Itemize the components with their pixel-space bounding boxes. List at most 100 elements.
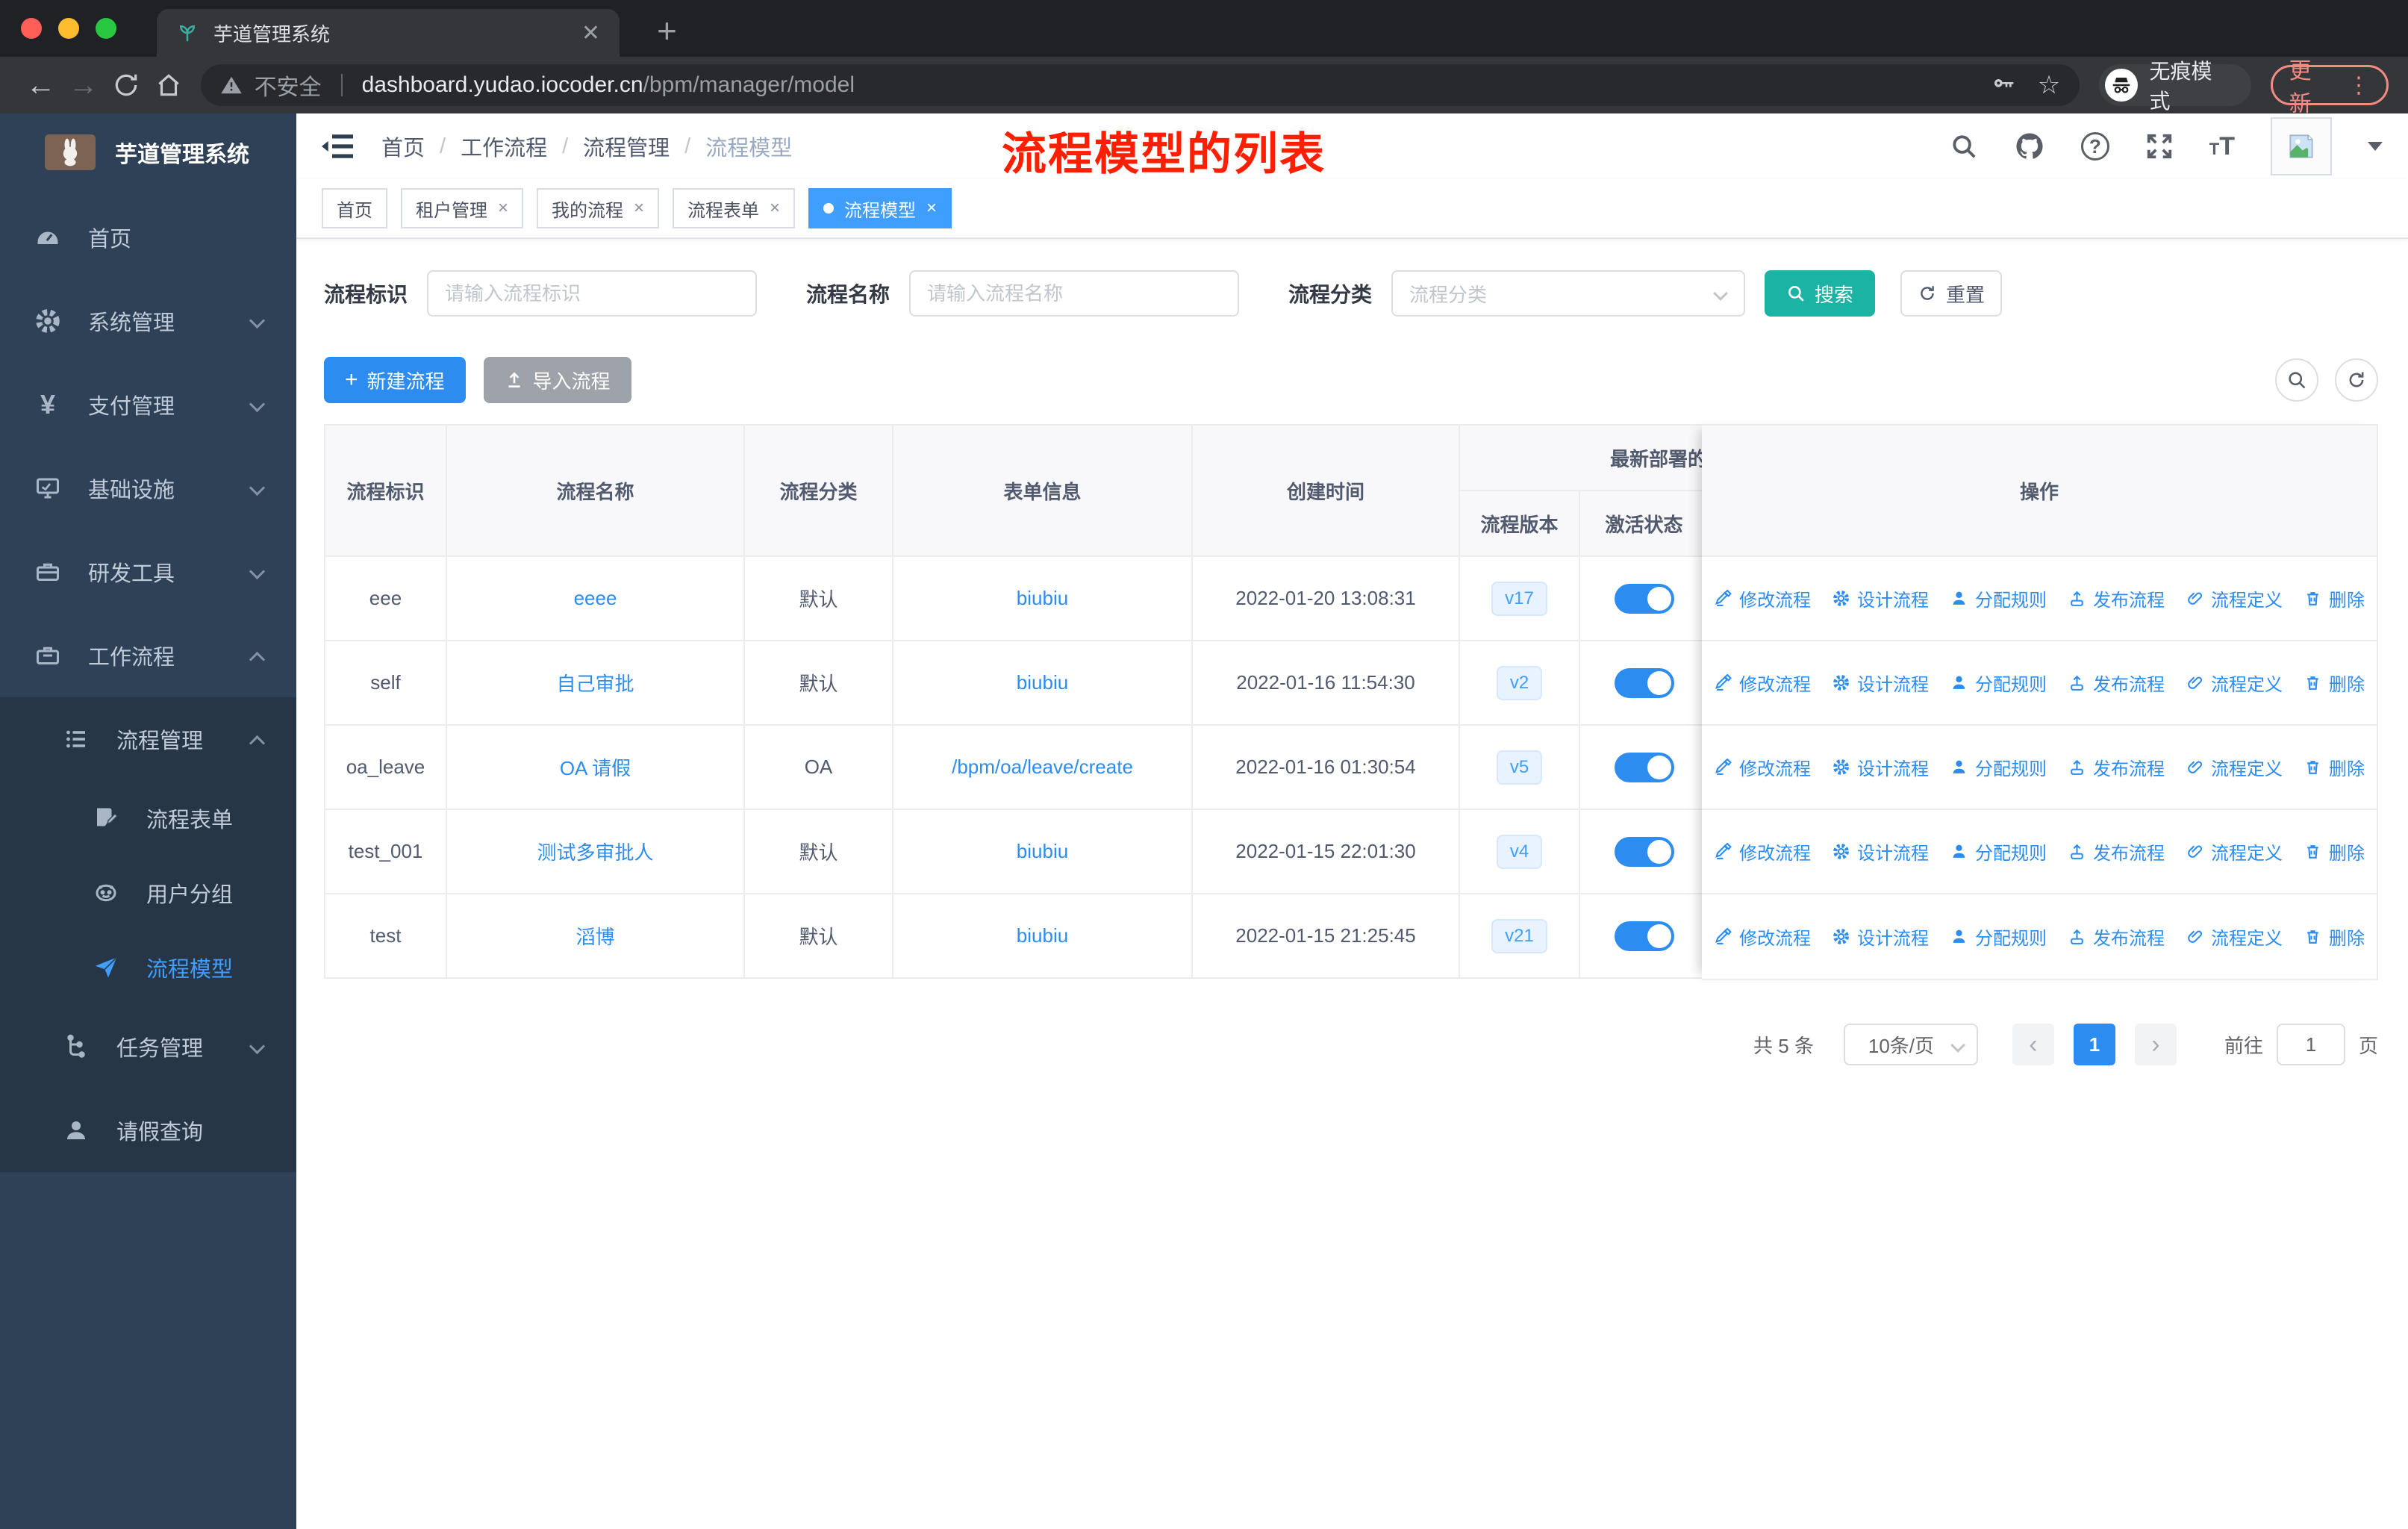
sidebar-item-流程管理[interactable]: 流程管理 — [0, 697, 296, 781]
reset-button[interactable]: 重置 — [1900, 270, 2003, 317]
action-设计流程[interactable]: 设计流程 — [1832, 670, 1929, 696]
action-设计流程[interactable]: 设计流程 — [1832, 585, 1929, 611]
form-info-link[interactable]: biubiu — [1017, 840, 1068, 862]
browser-tab[interactable]: 芋道管理系统 ✕ — [157, 9, 620, 57]
close-icon[interactable]: × — [498, 198, 508, 219]
sidebar-item-用户分组[interactable]: 用户分组 — [0, 856, 296, 930]
action-发布流程[interactable]: 发布流程 — [2068, 585, 2165, 611]
close-icon[interactable]: × — [770, 198, 780, 219]
process-id-input[interactable] — [427, 270, 758, 317]
reload-icon[interactable] — [105, 71, 147, 99]
breadcrumb-item-首页[interactable]: 首页 — [381, 131, 425, 162]
minimize-window-button[interactable] — [58, 18, 79, 39]
sidebar-item-请假查询[interactable]: 请假查询 — [0, 1089, 296, 1172]
action-修改流程[interactable]: 修改流程 — [1714, 754, 1811, 780]
browser-menu-icon[interactable]: ⋮ — [2348, 72, 2370, 99]
sidebar-item-流程表单[interactable]: 流程表单 — [0, 781, 296, 856]
home-icon[interactable] — [147, 71, 190, 99]
action-发布流程[interactable]: 发布流程 — [2068, 838, 2165, 865]
search-icon[interactable] — [1950, 132, 1978, 161]
sidebar-item-支付管理[interactable]: ¥ 支付管理 — [0, 363, 296, 446]
action-分配规则[interactable]: 分配规则 — [1950, 838, 2047, 865]
tag-首页[interactable]: 首页 — [322, 188, 387, 228]
action-修改流程[interactable]: 修改流程 — [1714, 924, 1811, 950]
action-流程定义[interactable]: 流程定义 — [2186, 838, 2283, 865]
tag-流程模型[interactable]: 流程模型 × — [808, 188, 952, 228]
password-key-icon[interactable] — [1991, 73, 2015, 97]
create-process-button[interactable]: + 新建流程 — [324, 357, 466, 403]
github-icon[interactable] — [2014, 131, 2045, 162]
sidebar-item-任务管理[interactable]: 任务管理 — [0, 1005, 296, 1089]
close-window-button[interactable] — [21, 18, 42, 39]
user-avatar[interactable] — [2271, 117, 2332, 175]
back-icon[interactable]: ← — [19, 69, 62, 102]
help-icon[interactable]: ? — [2080, 132, 2109, 161]
action-流程定义[interactable]: 流程定义 — [2186, 754, 2283, 780]
action-分配规则[interactable]: 分配规则 — [1950, 585, 2047, 611]
breadcrumb-item-流程管理[interactable]: 流程管理 — [583, 131, 670, 162]
forward-icon[interactable]: → — [62, 69, 105, 102]
action-流程定义[interactable]: 流程定义 — [2186, 924, 2283, 950]
process-name-link[interactable]: 自己审批 — [556, 673, 634, 695]
refresh-table-button[interactable] — [2335, 358, 2378, 402]
prev-page-button[interactable]: ‹ — [2012, 1024, 2054, 1065]
font-size-icon[interactable]: TT — [2209, 132, 2235, 161]
action-删除[interactable]: 删除 — [2303, 924, 2365, 950]
action-设计流程[interactable]: 设计流程 — [1832, 838, 1929, 865]
form-info-link[interactable]: biubiu — [1017, 924, 1068, 947]
action-流程定义[interactable]: 流程定义 — [2186, 670, 2283, 696]
active-toggle[interactable] — [1614, 667, 1674, 698]
page-size-select[interactable]: 10条/页 — [1843, 1024, 1978, 1065]
sidebar-item-研发工具[interactable]: 研发工具 — [0, 530, 296, 614]
sidebar-item-基础设施[interactable]: 基础设施 — [0, 446, 296, 530]
next-page-button[interactable]: › — [2134, 1024, 2177, 1065]
sidebar-item-工作流程[interactable]: 工作流程 — [0, 614, 296, 697]
action-删除[interactable]: 删除 — [2303, 585, 2365, 611]
process-name-input[interactable] — [909, 270, 1240, 317]
process-name-link[interactable]: eeee — [574, 587, 617, 609]
tag-租户管理[interactable]: 租户管理 × — [401, 188, 524, 228]
process-category-select[interactable]: 流程分类 — [1391, 270, 1746, 317]
search-button[interactable]: 搜索 — [1765, 270, 1876, 317]
active-toggle[interactable] — [1614, 583, 1674, 614]
breadcrumb-item-工作流程[interactable]: 工作流程 — [461, 131, 547, 162]
process-name-link[interactable]: OA 请假 — [560, 757, 631, 779]
action-分配规则[interactable]: 分配规则 — [1950, 924, 2047, 950]
active-toggle[interactable] — [1614, 752, 1674, 782]
action-发布流程[interactable]: 发布流程 — [2068, 754, 2165, 780]
process-name-link[interactable]: 滔博 — [576, 926, 614, 948]
window-controls[interactable] — [21, 18, 116, 39]
action-分配规则[interactable]: 分配规则 — [1950, 754, 2047, 780]
tab-close-icon[interactable]: ✕ — [581, 20, 600, 46]
action-修改流程[interactable]: 修改流程 — [1714, 670, 1811, 696]
form-info-link[interactable]: biubiu — [1017, 671, 1068, 694]
goto-page-input[interactable] — [2276, 1024, 2345, 1065]
action-删除[interactable]: 删除 — [2303, 670, 2365, 696]
close-icon[interactable]: × — [926, 198, 937, 219]
action-修改流程[interactable]: 修改流程 — [1714, 585, 1811, 611]
action-分配规则[interactable]: 分配规则 — [1950, 670, 2047, 696]
tag-流程表单[interactable]: 流程表单 × — [673, 188, 796, 228]
action-设计流程[interactable]: 设计流程 — [1832, 924, 1929, 950]
action-发布流程[interactable]: 发布流程 — [2068, 924, 2165, 950]
action-删除[interactable]: 删除 — [2303, 838, 2365, 865]
toggle-search-button[interactable] — [2275, 358, 2318, 402]
close-icon[interactable]: × — [634, 198, 644, 219]
zoom-window-button[interactable] — [96, 18, 116, 39]
active-toggle[interactable] — [1614, 921, 1674, 951]
sidebar-item-首页[interactable]: 首页 — [0, 196, 296, 279]
form-info-link[interactable]: biubiu — [1017, 587, 1068, 609]
collapse-sidebar-icon[interactable] — [322, 133, 353, 160]
action-设计流程[interactable]: 设计流程 — [1832, 754, 1929, 780]
action-修改流程[interactable]: 修改流程 — [1714, 838, 1811, 865]
bookmark-star-icon[interactable]: ☆ — [2038, 70, 2060, 100]
import-process-button[interactable]: 导入流程 — [483, 357, 631, 403]
sidebar-item-系统管理[interactable]: 系统管理 — [0, 279, 296, 363]
browser-update-button[interactable]: 更新 ⋮ — [2270, 59, 2389, 116]
tag-我的流程[interactable]: 我的流程 × — [537, 188, 660, 228]
action-删除[interactable]: 删除 — [2303, 754, 2365, 780]
fullscreen-icon[interactable] — [2145, 132, 2174, 161]
avatar-dropdown-icon[interactable] — [2368, 142, 2383, 151]
active-toggle[interactable] — [1614, 836, 1674, 867]
sidebar-item-流程模型[interactable]: 流程模型 — [0, 930, 296, 1005]
